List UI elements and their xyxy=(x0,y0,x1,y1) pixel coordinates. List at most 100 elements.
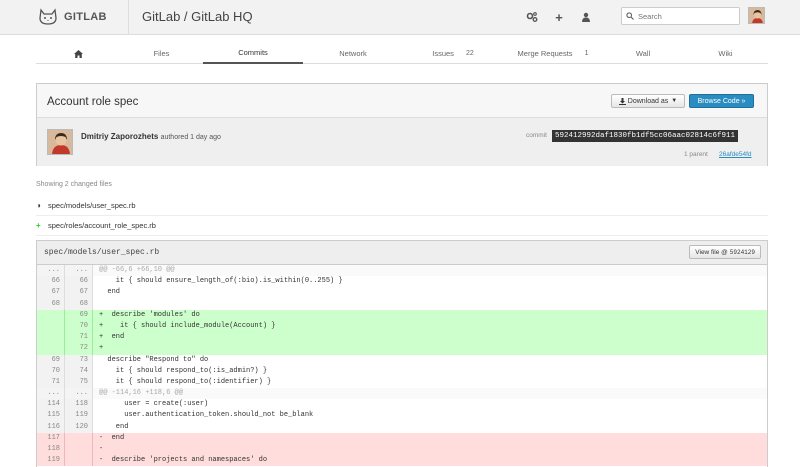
gitlab-logo[interactable]: GITLAB xyxy=(38,6,107,28)
diff-code: it { should ensure_length_of(:bio).is_wi… xyxy=(99,277,343,286)
tab-wiki[interactable]: Wiki xyxy=(683,43,768,64)
parent-label: 1 parent xyxy=(684,151,708,158)
download-icon xyxy=(618,97,626,105)
top-header: GITLAB GitLab / GitLab HQ + xyxy=(0,0,800,35)
search-box[interactable] xyxy=(621,7,740,25)
new-line-number[interactable]: ... xyxy=(65,388,93,400)
old-line-number[interactable]: 114 xyxy=(37,399,65,411)
user-avatar[interactable] xyxy=(748,7,765,24)
old-line-number[interactable]: 117 xyxy=(37,432,65,444)
old-line-number[interactable]: ... xyxy=(37,388,65,400)
changed-file-name[interactable]: spec/roles/account_role_spec.rb xyxy=(48,221,156,230)
new-line-number[interactable]: 71 xyxy=(65,332,93,344)
diff-code: - xyxy=(93,444,767,456)
tab-files[interactable]: Files xyxy=(120,43,203,64)
old-line-number[interactable]: 118 xyxy=(37,444,65,456)
changed-files-summary: Showing 2 changed files xyxy=(36,181,112,188)
user-profile-icon[interactable] xyxy=(579,10,593,24)
commit-sha[interactable]: 592412992daf1830fb1df5cc06aac02814c6f911 xyxy=(552,130,739,142)
new-line-number[interactable]: 118 xyxy=(65,399,93,411)
download-as-button[interactable]: Download as ▼ xyxy=(611,94,685,108)
diff-line: 66 66 it { should ensure_length_of(:bio).… xyxy=(37,276,767,288)
diff-code: user.authentication_token.should_not be_… xyxy=(99,411,314,420)
file-diff: spec/models/user_spec.rb View file @ 592… xyxy=(36,240,768,467)
browse-code-button[interactable]: Browse Code » xyxy=(689,94,754,108)
tab-wall-label: Wall xyxy=(635,49,651,58)
old-line-number[interactable] xyxy=(37,320,65,333)
diff-code: user = create(:user) xyxy=(99,400,209,409)
diff-code: it { should respond_to(:is_admin?) } xyxy=(99,366,268,375)
tab-commits[interactable]: Commits xyxy=(203,43,303,64)
new-line-number[interactable]: 120 xyxy=(65,421,93,433)
old-line-number[interactable]: 66 xyxy=(37,276,65,288)
old-line-number[interactable]: ... xyxy=(37,265,65,277)
caret-down-icon: ▼ xyxy=(671,98,678,104)
diff-line: 71 75 it { should respond_to(:identifier)… xyxy=(37,376,767,389)
modified-file-icon: ◑ xyxy=(36,201,41,210)
diff-code: - describe 'projects and namespaces' do xyxy=(93,455,767,467)
changed-file-row[interactable]: ◑ spec/models/user_spec.rb xyxy=(36,196,768,216)
new-line-number[interactable] xyxy=(65,455,93,467)
new-line-number[interactable] xyxy=(65,432,93,444)
tab-issues[interactable]: Issues 22 xyxy=(403,43,503,64)
new-line-number[interactable] xyxy=(65,444,93,456)
changed-file-name[interactable]: spec/models/user_spec.rb xyxy=(48,201,136,210)
new-line-number[interactable]: 119 xyxy=(65,410,93,422)
new-line-number[interactable]: 69 xyxy=(65,309,93,321)
diff-line: 119 - describe 'projects and namespaces' … xyxy=(37,455,767,467)
tab-wiki-label: Wiki xyxy=(718,49,733,58)
diff-code xyxy=(93,299,767,310)
tab-merge-requests[interactable]: Merge Requests 1 xyxy=(503,43,603,64)
merge-requests-count: 1 xyxy=(584,50,589,57)
tab-network[interactable]: Network xyxy=(303,43,403,64)
diff-code: + describe 'modules' do xyxy=(93,309,767,321)
diff-code: it { should respond_to(:identifier) } xyxy=(99,377,272,386)
issues-count: 22 xyxy=(465,50,474,57)
old-line-number[interactable] xyxy=(37,343,65,355)
admin-gears-icon[interactable] xyxy=(525,10,539,24)
author-name[interactable]: Dmitriy Zaporozhets xyxy=(81,132,158,141)
new-line-number[interactable]: 70 xyxy=(65,320,93,333)
diff-line: 70 74 it { should respond_to(:is_admin?) … xyxy=(37,365,767,377)
new-line-number[interactable]: 74 xyxy=(65,365,93,377)
diff-line: 67 67 end xyxy=(37,287,767,299)
diff-line: ...... @@ -66,6 +66,10 @@ xyxy=(37,265,767,277)
tab-issues-label: Issues xyxy=(432,49,454,58)
new-line-number[interactable]: 72 xyxy=(65,343,93,355)
diff-line: 68 68 xyxy=(37,298,767,310)
new-line-number[interactable]: 68 xyxy=(65,298,93,310)
search-input[interactable] xyxy=(638,11,738,21)
changed-file-row[interactable]: + spec/roles/account_role_spec.rb xyxy=(36,216,768,236)
diff-code: - end xyxy=(93,432,767,444)
plus-icon[interactable]: + xyxy=(552,10,566,25)
project-title[interactable]: GitLab / GitLab HQ xyxy=(142,9,253,24)
diff-code: @@ -66,6 +66,10 @@ xyxy=(93,265,767,277)
old-line-number[interactable]: 69 xyxy=(37,354,65,366)
old-line-number[interactable]: 71 xyxy=(37,376,65,389)
commit-meta: Dmitriy Zaporozhets authored 1 day ago c… xyxy=(37,117,767,166)
home-icon xyxy=(73,49,83,58)
tab-wall[interactable]: Wall xyxy=(603,43,683,64)
old-line-number[interactable]: 67 xyxy=(37,287,65,299)
old-line-number[interactable]: 116 xyxy=(37,421,65,433)
old-line-number[interactable] xyxy=(37,332,65,344)
logo-text: GITLAB xyxy=(64,11,107,23)
old-line-number[interactable]: 115 xyxy=(37,410,65,422)
old-line-number[interactable] xyxy=(37,309,65,321)
view-file-button[interactable]: View file @ 5924129 xyxy=(689,245,761,259)
parent-sha-link[interactable]: 26afde54fd xyxy=(719,151,752,158)
old-line-number[interactable]: 70 xyxy=(37,365,65,377)
new-line-number[interactable]: 67 xyxy=(65,287,93,299)
download-as-label: Download as xyxy=(627,97,669,105)
old-line-number[interactable]: 119 xyxy=(37,455,65,467)
old-line-number[interactable]: 68 xyxy=(37,298,65,310)
diff-header: spec/models/user_spec.rb View file @ 592… xyxy=(37,241,767,265)
new-line-number[interactable]: 66 xyxy=(65,276,93,288)
new-line-number[interactable]: ... xyxy=(65,265,93,277)
new-line-number[interactable]: 75 xyxy=(65,376,93,389)
tab-home[interactable] xyxy=(36,43,120,64)
new-line-number[interactable]: 73 xyxy=(65,354,93,366)
diff-code: end xyxy=(99,288,121,297)
project-nav: Files Commits Network Issues 22 Merge Req… xyxy=(36,43,768,64)
diff-lines: ...... @@ -66,6 +66,10 @@ 66 66 it { should… xyxy=(37,265,767,467)
